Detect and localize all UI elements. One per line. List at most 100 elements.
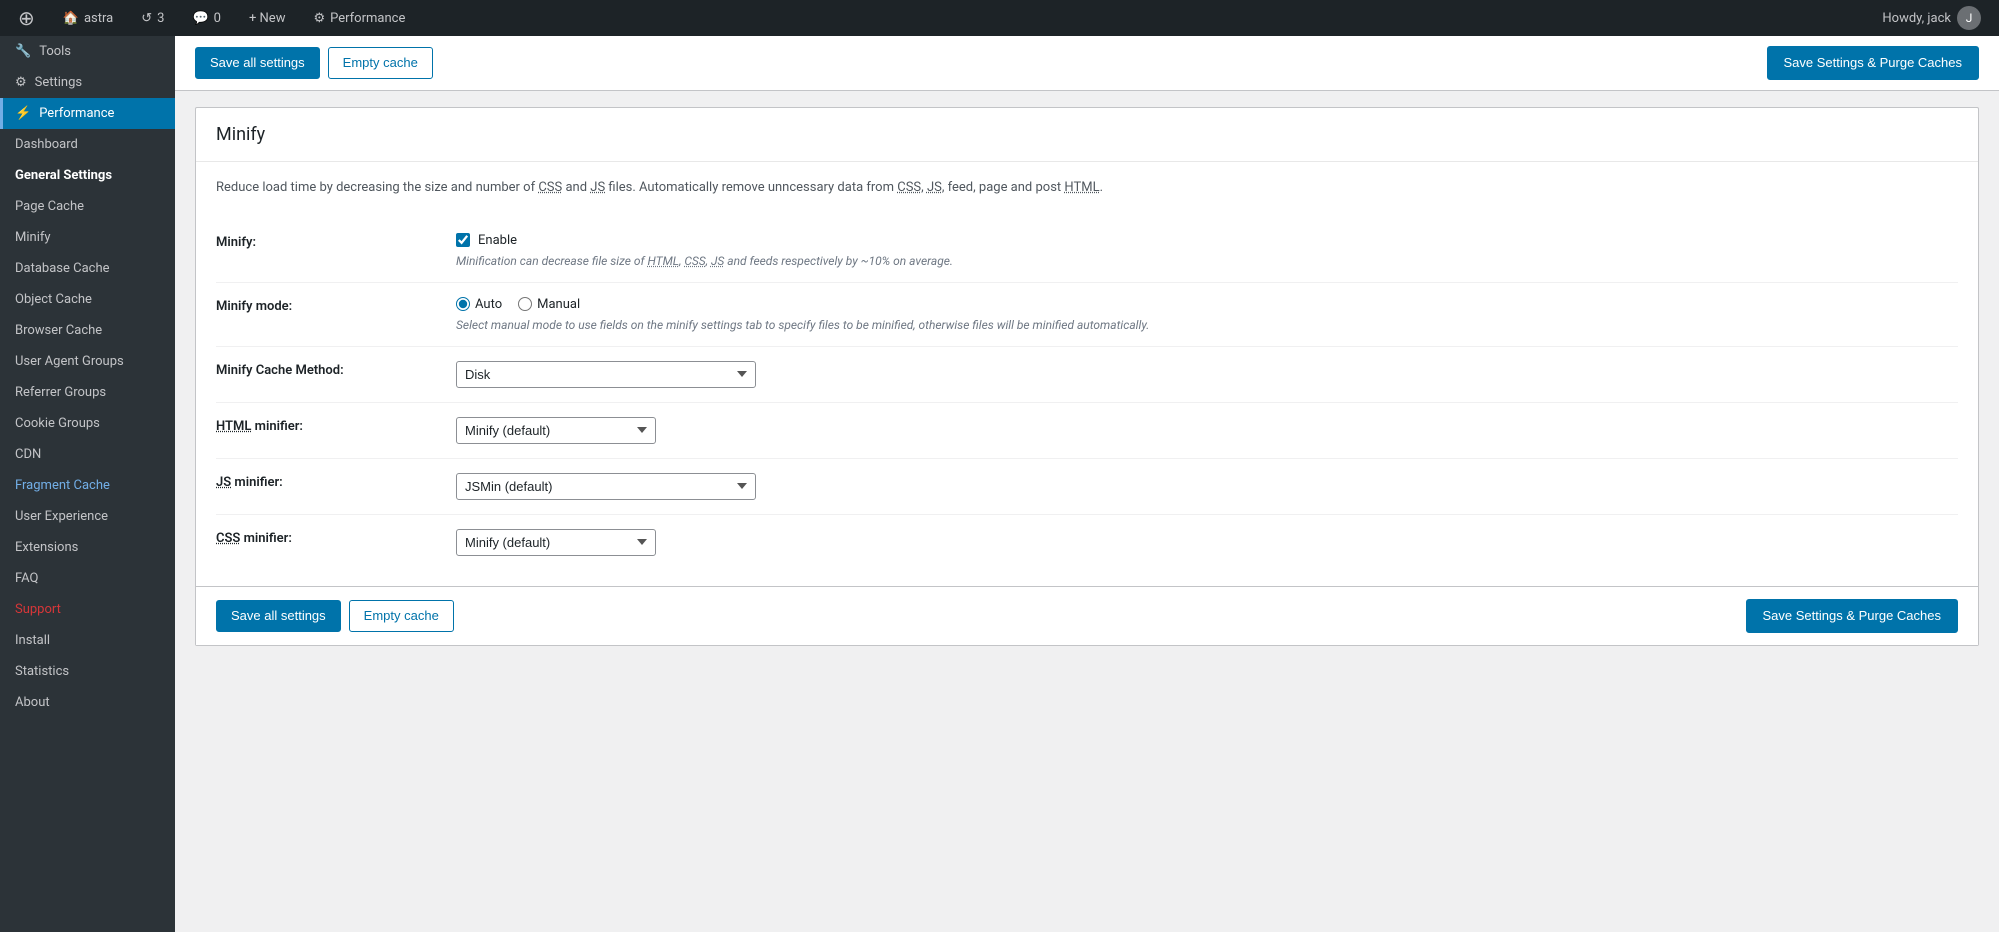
sidebar-item-minify[interactable]: Minify: [0, 222, 175, 253]
sidebar-item-general-settings[interactable]: General Settings: [0, 160, 175, 191]
js-minifier-select[interactable]: JSMin (default) YUI Compressor Google Cl…: [456, 473, 756, 500]
sidebar-tools-label: Tools: [39, 44, 71, 59]
sidebar-item-faq[interactable]: FAQ: [0, 563, 175, 594]
revisions-count: 3: [157, 11, 164, 26]
sidebar-item-performance[interactable]: ⚡ Performance: [0, 98, 175, 129]
performance-icon: ⚡: [15, 106, 31, 121]
minify-mode-label: Minify mode:: [216, 297, 436, 314]
sidebar-minify-label: Minify: [15, 230, 51, 245]
minify-enable-checkbox-row: Enable: [456, 233, 1958, 248]
minify-cache-method-row: Minify Cache Method: Disk Memory Redis M…: [216, 347, 1958, 403]
sidebar-item-statistics[interactable]: Statistics: [0, 656, 175, 687]
minify-mode-auto-radio[interactable]: [456, 297, 470, 311]
site-name-label: astra: [84, 11, 113, 26]
minify-enable-row: Minify: Enable Minification can decrease…: [216, 219, 1958, 283]
minify-card: Minify Reduce load time by decreasing th…: [195, 107, 1979, 646]
bottom-action-bar: Save all settings Empty cache Save Setti…: [196, 586, 1978, 645]
card-title: Minify: [216, 124, 1958, 145]
sidebar-page-cache-label: Page Cache: [15, 199, 84, 214]
sidebar-faq-label: FAQ: [15, 571, 38, 586]
sidebar-item-database-cache[interactable]: Database Cache: [0, 253, 175, 284]
minify-mode-row: Minify mode: Auto Manual: [216, 283, 1958, 347]
sidebar-item-page-cache[interactable]: Page Cache: [0, 191, 175, 222]
minify-mode-manual-radio[interactable]: [518, 297, 532, 311]
plugin-button[interactable]: ⚙ Performance: [307, 7, 411, 30]
sidebar-general-settings-label: General Settings: [15, 168, 112, 183]
bottom-empty-cache-button[interactable]: Empty cache: [349, 600, 454, 632]
sidebar-user-experience-label: User Experience: [15, 509, 108, 524]
sidebar-item-object-cache[interactable]: Object Cache: [0, 284, 175, 315]
js-minifier-label: JS minifier:: [216, 473, 436, 490]
sidebar-extensions-label: Extensions: [15, 540, 78, 555]
top-save-all-button[interactable]: Save all settings: [195, 47, 320, 79]
css-minifier-label: CSS minifier:: [216, 529, 436, 546]
sidebar-dashboard-label: Dashboard: [15, 137, 78, 152]
sidebar-settings-label: Settings: [35, 75, 82, 90]
minify-enable-checkbox-label: Enable: [478, 233, 517, 248]
sidebar-browser-cache-label: Browser Cache: [15, 323, 102, 338]
html-minifier-row: HTML minifier: Minify (default) HTML Tid…: [216, 403, 1958, 459]
sidebar-item-settings[interactable]: ⚙ Settings: [0, 67, 175, 98]
admin-bar-right: Howdy, jack J: [1876, 2, 1987, 34]
tools-icon: 🔧: [15, 44, 31, 59]
sidebar-user-agent-groups-label: User Agent Groups: [15, 354, 124, 369]
sidebar-item-support[interactable]: Support: [0, 594, 175, 625]
top-save-settings-purge-button[interactable]: Save Settings & Purge Caches: [1767, 46, 1980, 80]
main-content: Save all settings Empty cache Save Setti…: [175, 36, 1999, 932]
sidebar-fragment-cache-label: Fragment Cache: [15, 478, 110, 493]
minify-enable-checkbox[interactable]: [456, 233, 470, 247]
bottom-save-settings-purge-button[interactable]: Save Settings & Purge Caches: [1746, 599, 1959, 633]
sidebar-item-tools[interactable]: 🔧 Tools: [0, 36, 175, 67]
minify-enable-controls: Enable Minification can decrease file si…: [456, 233, 1958, 268]
sidebar-item-cdn[interactable]: CDN: [0, 439, 175, 470]
sidebar-cdn-label: CDN: [15, 447, 41, 462]
sidebar-item-browser-cache[interactable]: Browser Cache: [0, 315, 175, 346]
sidebar-item-user-agent-groups[interactable]: User Agent Groups: [0, 346, 175, 377]
wp-logo-icon: ⊕: [18, 6, 35, 30]
sidebar-item-dashboard[interactable]: Dashboard: [0, 129, 175, 160]
html-minifier-select[interactable]: Minify (default) HTML Tidy None: [456, 417, 656, 444]
comments-button[interactable]: 💬 0: [186, 7, 227, 30]
sidebar-cookie-groups-label: Cookie Groups: [15, 416, 100, 431]
bottom-save-all-button[interactable]: Save all settings: [216, 600, 341, 632]
sidebar-referrer-groups-label: Referrer Groups: [15, 385, 106, 400]
sidebar-database-cache-label: Database Cache: [15, 261, 110, 276]
sidebar-support-label: Support: [15, 602, 61, 617]
card-header: Minify: [196, 108, 1978, 162]
avatar: J: [1957, 6, 1981, 30]
plugin-label: Performance: [330, 11, 405, 26]
minify-cache-method-select[interactable]: Disk Memory Redis Memcached: [456, 361, 756, 388]
sidebar-item-extensions[interactable]: Extensions: [0, 532, 175, 563]
sidebar-item-referrer-groups[interactable]: Referrer Groups: [0, 377, 175, 408]
revisions-button[interactable]: ↺ 3: [135, 7, 170, 30]
sidebar-object-cache-label: Object Cache: [15, 292, 92, 307]
home-icon: 🏠: [63, 11, 79, 26]
sidebar-item-install[interactable]: Install: [0, 625, 175, 656]
sidebar-item-fragment-cache[interactable]: Fragment Cache: [0, 470, 175, 501]
howdy-label: Howdy, jack: [1882, 11, 1951, 26]
sidebar-install-label: Install: [15, 633, 50, 648]
wp-logo-button[interactable]: ⊕: [12, 2, 41, 34]
minify-cache-method-label: Minify Cache Method:: [216, 361, 436, 378]
new-content-button[interactable]: + New: [243, 7, 292, 30]
minify-mode-manual-label: Manual: [537, 297, 580, 312]
css-minifier-select[interactable]: Minify (default) YUI Compressor None: [456, 529, 656, 556]
main-layout: 🔧 Tools ⚙ Settings ⚡ Performance Dashboa…: [0, 36, 1999, 932]
minify-mode-auto-option: Auto: [456, 297, 502, 312]
minify-mode-hint: Select manual mode to use fields on the …: [456, 318, 1958, 332]
settings-icon: ⚙: [15, 75, 27, 90]
sidebar-item-cookie-groups[interactable]: Cookie Groups: [0, 408, 175, 439]
js-minifier-row: JS minifier: JSMin (default) YUI Compres…: [216, 459, 1958, 515]
sidebar-item-about[interactable]: About: [0, 687, 175, 718]
minify-enable-hint: Minification can decrease file size of H…: [456, 254, 1958, 268]
sidebar-item-user-experience[interactable]: User Experience: [0, 501, 175, 532]
howdy-button[interactable]: Howdy, jack J: [1876, 2, 1987, 34]
minify-mode-controls: Auto Manual Select manual mode to use fi…: [456, 297, 1958, 332]
comments-count: 0: [214, 11, 221, 26]
comments-icon: 💬: [192, 11, 208, 26]
top-empty-cache-button[interactable]: Empty cache: [328, 47, 433, 79]
card-description: Reduce load time by decreasing the size …: [216, 178, 1958, 199]
new-label: + New: [249, 11, 286, 26]
site-name-button[interactable]: 🏠 astra: [57, 7, 119, 30]
css-minifier-row: CSS minifier: Minify (default) YUI Compr…: [216, 515, 1958, 570]
